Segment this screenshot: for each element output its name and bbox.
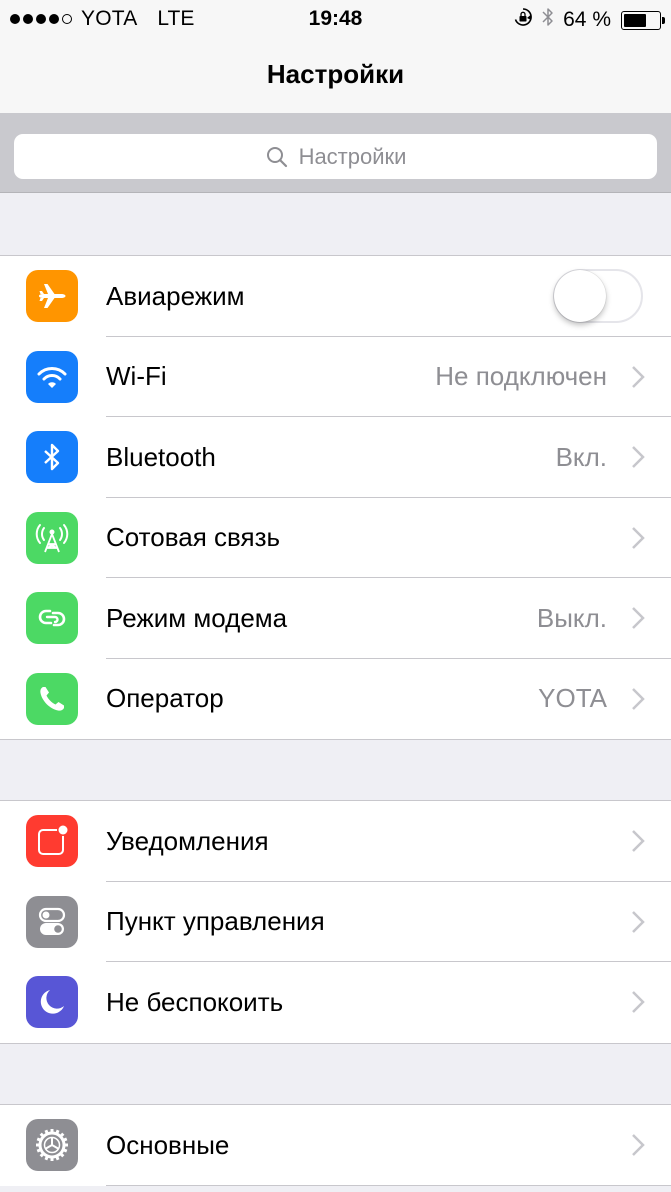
battery-fill <box>624 13 646 27</box>
airplane-mode-toggle[interactable] <box>553 269 643 323</box>
control-center-icon <box>26 895 78 948</box>
row-label: Wi-Fi <box>106 361 167 392</box>
chevron-right-icon <box>632 687 645 710</box>
settings-row-personal-hotspot[interactable]: Режим модема Выкл. <box>0 578 671 659</box>
row-label: Уведомления <box>106 825 269 856</box>
orientation-lock-icon <box>513 7 533 33</box>
battery-tip <box>662 16 665 24</box>
settings-row-cellular[interactable]: Сотовая связь <box>0 498 671 578</box>
row-value: YOTA <box>538 683 607 714</box>
settings-row-bluetooth[interactable]: Bluetooth Вкл. <box>0 417 671 498</box>
row-label: Не беспокоить <box>106 986 284 1017</box>
phone-icon <box>26 672 78 725</box>
row-label: Пункт управления <box>106 906 325 937</box>
chevron-right-icon <box>632 830 645 852</box>
chevron-right-icon <box>632 446 645 468</box>
search-icon <box>265 145 289 169</box>
settings-row-wifi[interactable]: Wi-Fi Не подключен <box>0 337 671 417</box>
row-value: Не подключен <box>435 361 607 392</box>
chevron-right-icon <box>632 991 645 1013</box>
settings-row-airplane-mode[interactable]: Авиарежим <box>0 256 671 337</box>
bluetooth-icon <box>26 431 78 483</box>
row-separator <box>106 1184 671 1186</box>
toggle-knob <box>554 270 606 322</box>
row-label: Режим модема <box>106 602 288 633</box>
row-value: Выкл. <box>536 602 607 633</box>
personal-hotspot-icon <box>26 592 78 644</box>
gear-icon <box>26 1119 78 1171</box>
search-bar-container: Настройки <box>0 113 671 193</box>
settings-row-general[interactable]: Основные <box>0 1105 671 1186</box>
row-label: Сотовая связь <box>106 522 281 553</box>
cellular-antenna-icon <box>26 511 78 564</box>
battery-percent: 64 % <box>563 8 611 31</box>
chevron-right-icon <box>632 607 645 629</box>
settings-row-do-not-disturb[interactable]: Не беспокоить <box>0 962 671 1043</box>
notifications-icon <box>26 815 78 867</box>
navigation-bar: Настройки <box>0 40 671 113</box>
settings-group-notifications: Уведомления Пункт управления Не беспокои… <box>0 800 671 1044</box>
battery-icon <box>621 10 665 30</box>
settings-group-general: Основные <box>0 1104 671 1186</box>
settings-row-carrier[interactable]: Оператор YOTA <box>0 659 671 740</box>
bluetooth-icon <box>541 6 555 34</box>
settings-row-notifications[interactable]: Уведомления <box>0 801 671 882</box>
row-label: Bluetooth <box>106 441 216 472</box>
settings-group-connectivity: Авиарежим Wi-Fi Не подключен Bluetooth В… <box>0 255 671 740</box>
page-title: Настройки <box>266 59 405 89</box>
settings-row-control-center[interactable]: Пункт управления <box>0 882 671 962</box>
row-label: Оператор <box>106 683 224 714</box>
status-bar-right: 64 % <box>513 6 665 34</box>
airplane-icon <box>26 270 78 322</box>
row-label: Основные <box>106 1129 230 1160</box>
chevron-right-icon <box>632 526 645 549</box>
chevron-right-icon <box>632 910 645 933</box>
wifi-icon <box>26 350 78 403</box>
chevron-right-icon <box>632 1134 645 1156</box>
status-bar: YOTA LTE 19:48 64 % <box>0 0 671 40</box>
moon-icon <box>26 976 78 1028</box>
search-placeholder: Настройки <box>298 143 407 169</box>
chevron-right-icon <box>632 365 645 388</box>
search-input[interactable]: Настройки <box>14 134 657 179</box>
row-value: Вкл. <box>555 441 607 472</box>
row-label: Авиарежим <box>106 280 245 311</box>
